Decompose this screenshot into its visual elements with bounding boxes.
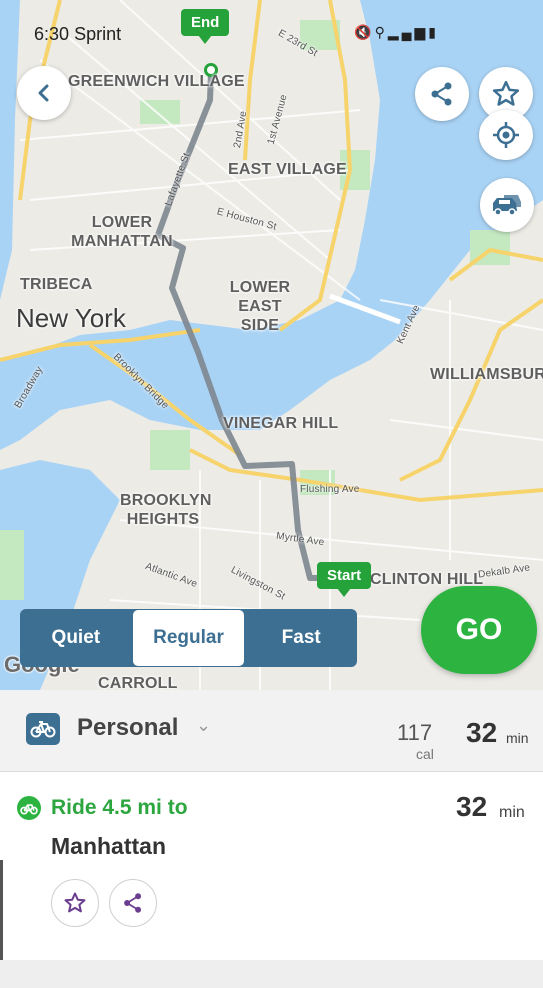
- label-tribeca: TRIBECA: [20, 276, 93, 293]
- label-lower-east-side: LOWER EAST SIDE: [229, 279, 291, 334]
- save-route-button[interactable]: [51, 879, 99, 927]
- step-title: Ride 4.5 mi to: [51, 796, 188, 819]
- status-time: 6:30 Sprint: [34, 24, 122, 44]
- back-icon: [38, 84, 49, 102]
- street-flushing-ave: Flushing Ave: [300, 484, 360, 495]
- share-icon: [431, 82, 452, 106]
- bike-icon: [17, 796, 41, 820]
- status-icons: 🔇⚲▂▄▆▮: [354, 24, 439, 41]
- calories-value: 117: [397, 720, 433, 745]
- mute-icon: 🔇: [354, 24, 375, 40]
- label-brooklyn-heights: BROOKLYN HEIGHTS: [120, 492, 212, 528]
- mode-name[interactable]: Personal: [77, 714, 178, 742]
- route-option-regular[interactable]: Regular: [132, 610, 245, 666]
- share-button[interactable]: [415, 67, 469, 121]
- traffic-button[interactable]: [480, 178, 534, 232]
- star-icon: [492, 80, 520, 106]
- status-bar: 6:30 Sprint 🔇⚲▂▄▆▮: [0, 0, 543, 66]
- route-type-selector: Quiet Regular Fast: [20, 609, 357, 667]
- label-carroll: CARROLL: [98, 675, 178, 690]
- label-vinegar-hill: VINEGAR HILL: [223, 415, 339, 432]
- status-carrier: Sprint: [74, 24, 122, 44]
- bike-mode-icon: [26, 713, 60, 745]
- traffic-icon: [493, 195, 521, 216]
- label-east-village: EAST VILLAGE: [228, 161, 347, 178]
- route-step-card: Ride 4.5 mi to Manhattan 32 min: [0, 773, 543, 960]
- total-duration-value: 32: [466, 717, 498, 748]
- star-icon: [64, 892, 86, 913]
- route-map[interactable]: GREENWICH VILLAGE EAST VILLAGE LOWER MAN…: [0, 0, 543, 690]
- route-option-quiet[interactable]: Quiet: [20, 609, 132, 667]
- label-new-york: New York: [16, 303, 126, 333]
- location-icon: ⚲: [374, 24, 388, 40]
- bottom-divider: [0, 960, 543, 988]
- go-button[interactable]: GO: [421, 586, 537, 674]
- battery-icon: ▮: [428, 24, 439, 40]
- locate-icon: [493, 122, 519, 148]
- back-button[interactable]: [17, 66, 71, 120]
- label-williamsburg: WILLIAMSBURG: [430, 366, 543, 383]
- route-option-fast[interactable]: Fast: [245, 609, 357, 667]
- step-duration-value: 32: [456, 791, 488, 822]
- locate-button[interactable]: [479, 110, 533, 160]
- label-lower-manhattan: LOWER MANHATTAN: [71, 214, 173, 250]
- share-icon: [124, 893, 142, 913]
- calories-unit: cal: [416, 746, 434, 762]
- label-greenwich-village: GREENWICH VILLAGE: [68, 73, 245, 90]
- share-route-button[interactable]: [109, 879, 157, 927]
- lte-signal-icon: ▂▄▆: [387, 24, 429, 40]
- start-pin[interactable]: Start: [317, 562, 372, 597]
- step-duration-unit: min: [499, 804, 525, 821]
- scroll-indicator: [0, 860, 3, 960]
- total-duration-unit: min: [506, 730, 529, 746]
- mode-bar[interactable]: Personal ⌄ 117 cal 32 min: [0, 690, 543, 772]
- step-destination: Manhattan: [51, 833, 166, 859]
- chevron-down-icon[interactable]: ⌄: [196, 715, 211, 736]
